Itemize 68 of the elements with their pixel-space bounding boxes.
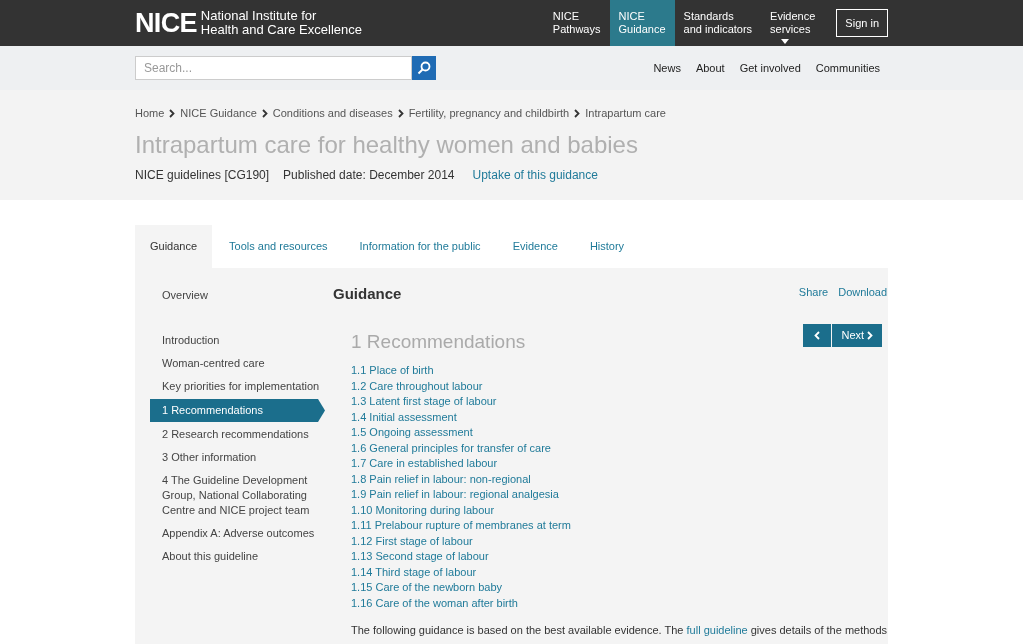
sidebar-item[interactable]: Appendix A: Adverse outcomes [150,522,330,545]
recommendation-link[interactable]: 1.1 Place of birth [351,363,434,379]
action-link[interactable]: Share [798,284,829,301]
recommendation-link[interactable]: 1.13 Second stage of labour [351,549,489,565]
secondary-nav-link[interactable]: News [653,59,681,77]
full-guideline-link[interactable]: full guideline [686,624,748,636]
sidebar-item[interactable]: Key priorities for implementation [150,375,330,398]
recommendation-link[interactable]: 1.11 Prelabour rupture of membranes at term [351,518,571,534]
recommendation-link[interactable]: 1.14 Third stage of labour [351,564,477,580]
secondary-nav-link[interactable]: Get involved [739,59,801,77]
search-icon [417,61,431,75]
breadcrumb-link[interactable]: Home [135,105,165,122]
sidebar-item[interactable]: 3 Other information [150,446,330,469]
sidebar-item[interactable]: 2 Research recommendations [150,423,330,446]
breadcrumb-link[interactable]: Intrapartum care [585,105,666,122]
chevron-right-icon [867,330,874,340]
sidebar-item[interactable]: Introduction [150,329,330,352]
page-title: Intrapartum care for healthy women and babies [135,130,639,160]
tab[interactable]: Information for the public [344,225,496,268]
secondary-nav-link[interactable]: About [695,59,725,77]
recommendation-link[interactable]: 1.15 Care of the newborn baby [351,580,503,596]
breadcrumb-link[interactable]: NICE Guidance [180,105,257,122]
chevron-left-icon [814,330,821,340]
sidebar-item[interactable]: 4 The Guideline Development Group, National Collaborating Centre and NICE project team [150,469,330,522]
recommendation-link[interactable]: 1.16 Care of the woman after birth [351,595,518,611]
recommendation-link[interactable]: 1.4 Initial assessment [351,409,457,425]
search-field[interactable]: Search... [135,56,412,80]
nav-item[interactable]: Standards and indicators [674,0,762,46]
nav-item[interactable]: NICE Guidance [609,0,675,46]
published-date: Published date: December 2014 [283,167,455,184]
nav-item[interactable]: NICE Pathways [543,0,610,46]
breadcrumb-link[interactable]: Conditions and diseases [272,105,393,122]
sidebar-item[interactable]: Overview [150,284,330,307]
guidance-paragraph: The following guidance is based on the best available evidence. The full guideline gives details of the methods [350,623,888,637]
sidebar-item[interactable]: About this guideline [150,545,330,568]
recommendation-link[interactable]: 1.2 Care throughout labour [351,378,483,394]
section-heading: Guidance [333,284,402,304]
sign-in-button[interactable]: Sign in [836,8,888,38]
tab[interactable]: Tools and resources [214,225,343,268]
chevron-right-icon [261,109,268,118]
recommendation-link[interactable]: 1.3 Latent first stage of labour [351,394,497,410]
nav-item[interactable]: Evidence services [761,0,825,46]
action-link[interactable]: Download [838,284,888,301]
recommendation-link[interactable]: 1.5 Ongoing assessment [351,425,473,441]
tab[interactable]: Guidance [135,225,213,268]
recommendation-link[interactable]: 1.8 Pain relief in labour: non-regional [351,471,531,487]
tab[interactable]: Evidence [497,225,573,268]
recommendation-link[interactable]: 1.7 Care in established labour [351,456,498,472]
recommendation-link[interactable]: 1.12 First stage of labour [351,533,473,549]
recommendations-title: 1 Recommendations [351,329,526,354]
previous-button[interactable] [803,323,832,347]
recommendation-link[interactable]: 1.6 General principles for transfer of care [351,440,551,456]
sidebar-item[interactable]: 1 Recommendations [150,399,325,422]
breadcrumb-link[interactable]: Fertility, pregnancy and childbirth [408,105,570,122]
logo-subtitle: National Institute for Health and Care Excellence [200,9,362,37]
chevron-right-icon [397,109,404,118]
recommendation-link[interactable]: 1.9 Pain relief in labour: regional analgesia [351,487,559,503]
tab[interactable]: History [574,225,640,268]
secondary-nav-link[interactable]: Communities [815,59,880,77]
next-button[interactable]: Next [832,323,883,347]
uptake-link[interactable]: Uptake of this guidance [472,166,598,184]
chevron-right-icon [574,109,581,118]
logo-wordmark[interactable]: NICE [135,9,197,37]
sidebar-item[interactable]: Woman-centred care [150,352,330,375]
chevron-right-icon [169,109,176,118]
recommendation-link[interactable]: 1.10 Monitoring during labour [351,502,495,518]
search-button[interactable] [412,56,436,80]
guideline-reference: NICE guidelines [CG190] [135,167,270,184]
